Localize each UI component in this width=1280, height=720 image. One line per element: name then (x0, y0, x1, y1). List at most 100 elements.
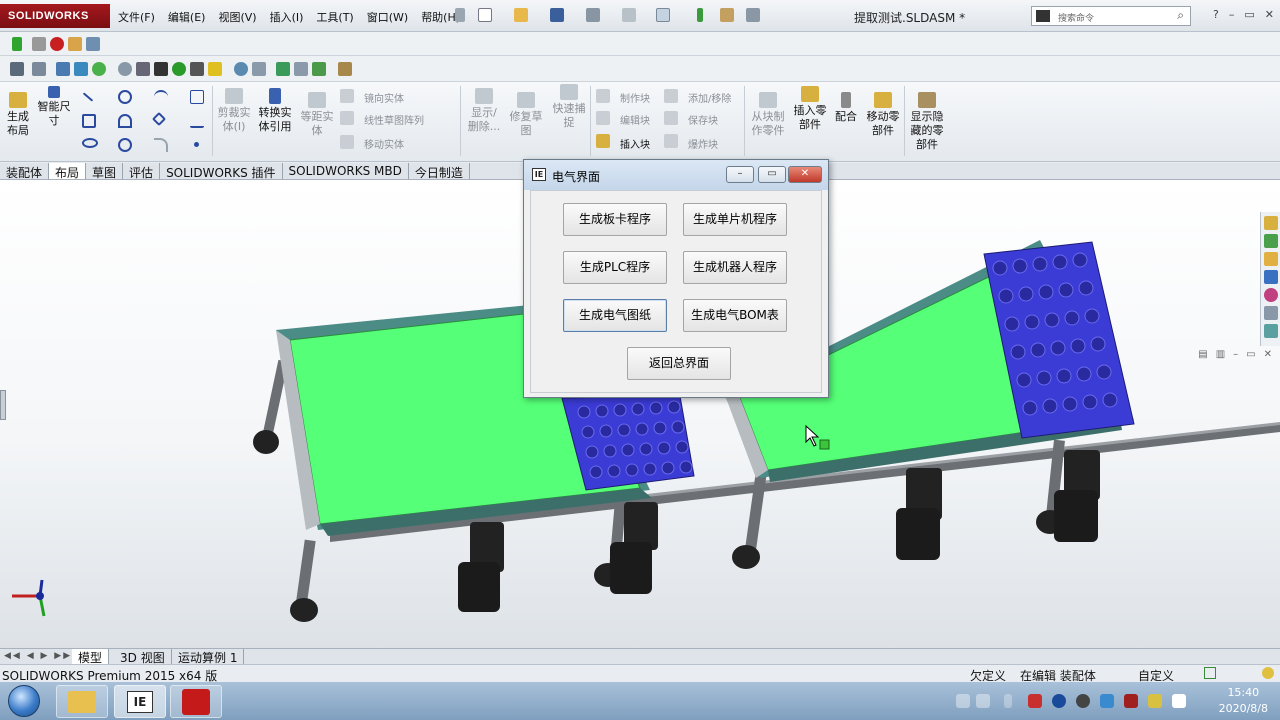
help-icon[interactable]: ? (1213, 8, 1219, 21)
tab-3d-view[interactable]: 3D 视图 (114, 649, 172, 665)
menu-window[interactable]: 窗口(W) (367, 9, 408, 25)
file-properties-icon[interactable] (720, 8, 734, 22)
make-block-button[interactable]: 制作块 (620, 90, 650, 105)
start-button[interactable] (8, 685, 40, 717)
offset-entities-button[interactable]: 等距实 体 (298, 92, 336, 138)
forum-icon[interactable] (1264, 324, 1278, 338)
tab-assembly[interactable]: 装配体 (0, 163, 50, 180)
export-icon[interactable] (312, 62, 326, 76)
move-component-button[interactable]: 移动零 部件 (862, 92, 904, 138)
search-icon[interactable]: ⌕ (1177, 8, 1184, 23)
mirror-entities-button[interactable]: 镜向实体 (364, 90, 404, 105)
wifi-icon[interactable] (1148, 694, 1162, 708)
generate-board-card-program-button[interactable]: 生成板卡程序 (563, 203, 667, 236)
notification-icon[interactable] (1262, 667, 1274, 679)
hide-show-icon[interactable] (172, 62, 186, 76)
print-icon[interactable] (586, 8, 600, 22)
sketch-text-icon[interactable] (190, 90, 204, 104)
make-part-from-block-button[interactable]: 从块制 作零件 (748, 92, 788, 138)
tab-addins[interactable]: SOLIDWORKS 插件 (160, 163, 283, 180)
point-circle-icon[interactable] (118, 138, 132, 152)
solidworks-taskbar-button[interactable] (170, 685, 222, 718)
appearances-icon[interactable] (1264, 288, 1278, 302)
repair-sketch-button[interactable]: 修复草 图 (506, 92, 546, 138)
new-document-icon[interactable] (478, 8, 492, 22)
tile-icon[interactable]: ▤ (1198, 349, 1207, 360)
resources-icon[interactable] (1264, 216, 1278, 230)
options-icon[interactable] (746, 8, 760, 22)
show-delete-relations-button[interactable]: 显示/ 删除... (464, 88, 504, 134)
menu-tools[interactable]: 工具(T) (316, 9, 353, 25)
convert-entities-button[interactable]: 转换实 体引用 (254, 88, 296, 134)
generate-plc-program-button[interactable]: 生成PLC程序 (563, 251, 667, 284)
mass-properties-icon[interactable] (190, 62, 204, 76)
slot-icon[interactable] (118, 114, 132, 128)
line-icon[interactable] (82, 92, 94, 102)
print-view-icon[interactable] (294, 62, 308, 76)
custom-properties-icon[interactable] (1264, 306, 1278, 320)
explorer-taskbar-button[interactable] (56, 685, 108, 718)
dialog-title-bar[interactable]: IE 电气界面 – ▭ ✕ (524, 160, 828, 190)
plane-icon[interactable] (190, 114, 204, 128)
dimension-icon[interactable] (32, 62, 46, 76)
generate-robot-program-button[interactable]: 生成机器人程序 (683, 251, 787, 284)
tab-evaluate[interactable]: 评估 (123, 163, 161, 180)
system-clock[interactable]: 15:40 2020/8/8 (1219, 685, 1268, 717)
minimize-icon[interactable]: – (1229, 8, 1235, 21)
bluetooth-icon[interactable] (1052, 694, 1066, 708)
display-style-icon[interactable] (74, 62, 88, 76)
design-library-icon[interactable] (1264, 234, 1278, 248)
electrical-app-taskbar-button[interactable]: IE (114, 685, 166, 718)
tab-sketch[interactable]: 草图 (86, 163, 124, 180)
keyboard-icon[interactable] (976, 694, 990, 708)
move-entities-button[interactable]: 移动实体 (364, 136, 404, 151)
save-block-button[interactable]: 保存块 (688, 112, 718, 127)
panel-collapse-handle[interactable] (0, 390, 6, 420)
restore-icon[interactable]: ▭ (1244, 8, 1254, 21)
tab-layout[interactable]: 布局 (49, 163, 87, 180)
generate-electrical-drawing-button[interactable]: 生成电气图纸 (563, 299, 667, 332)
language-icon[interactable] (956, 694, 970, 708)
menu-edit[interactable]: 编辑(E) (168, 9, 206, 25)
clipboard-icon[interactable] (338, 62, 352, 76)
viewport-minimize-icon[interactable]: – (1233, 349, 1238, 360)
tab-motion-study[interactable]: 运动算例 1 (172, 649, 245, 665)
dialog-close-button[interactable]: ✕ (788, 166, 822, 183)
tab-mbd[interactable]: SOLIDWORKS MBD (283, 163, 409, 179)
sketch-icon[interactable] (10, 62, 24, 76)
view-palette-icon[interactable] (1264, 270, 1278, 284)
new-macro-icon[interactable] (68, 37, 82, 51)
ellipse-icon[interactable] (82, 138, 98, 148)
explode-block-button[interactable]: 爆炸块 (688, 136, 718, 151)
linear-pattern-button[interactable]: 线性草图阵列 (364, 112, 424, 127)
generate-layout-button[interactable]: 生成 布局 (4, 92, 32, 138)
record-macro-icon[interactable] (50, 37, 64, 51)
units-dropdown-icon[interactable] (1204, 667, 1216, 679)
show-hidden-components-button[interactable]: 显示隐 藏的零 部件 (906, 92, 948, 152)
rectangle-icon[interactable] (82, 114, 96, 128)
fillet-icon[interactable] (154, 138, 168, 152)
display-icon[interactable] (1100, 694, 1114, 708)
menu-file[interactable]: 文件(F) (118, 9, 155, 25)
spline-icon[interactable] (154, 90, 168, 104)
point-icon[interactable] (194, 142, 199, 147)
save-icon[interactable] (550, 8, 564, 22)
viewport-restore-icon[interactable]: ▭ (1246, 349, 1255, 360)
scene-icon[interactable] (92, 62, 106, 76)
run-macro-icon[interactable] (12, 37, 22, 51)
tray-expand-icon[interactable] (1004, 694, 1012, 708)
dialog-minimize-button[interactable]: – (726, 166, 754, 183)
generate-mcu-program-button[interactable]: 生成单片机程序 (683, 203, 787, 236)
interference-icon[interactable] (276, 62, 290, 76)
dialog-maximize-button[interactable]: ▭ (758, 166, 786, 183)
insert-component-button[interactable]: 插入零 部件 (790, 86, 830, 132)
view-orientation-icon[interactable] (56, 62, 70, 76)
settings-gear-icon[interactable] (118, 62, 132, 76)
tab-model[interactable]: 模型 (72, 649, 110, 665)
quick-snap-button[interactable]: 快速捕 捉 (548, 84, 590, 130)
add-remove-button[interactable]: 添加/移除 (688, 90, 731, 105)
polygon-icon[interactable] (151, 111, 167, 127)
zoom-icon[interactable] (234, 62, 248, 76)
select-pointer-icon[interactable] (656, 8, 670, 22)
app-tray-icon[interactable] (1124, 694, 1138, 708)
